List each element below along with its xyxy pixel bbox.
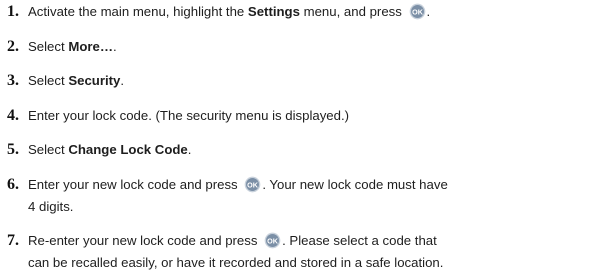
step-number: 5. xyxy=(7,141,19,158)
step-text-segment: . xyxy=(113,39,117,54)
step-text-segment: Select xyxy=(28,142,69,157)
step-text-segment: menu, and press xyxy=(299,4,406,19)
step-text: Activate the main menu, highlight the Se… xyxy=(28,1,598,23)
menu-name-change-lock-code: Change Lock Code xyxy=(68,142,188,157)
step-number: 6. xyxy=(7,176,19,193)
step-text-line: 4 digits. xyxy=(28,199,74,214)
svg-text:OK: OK xyxy=(412,7,424,16)
menu-name-more: More… xyxy=(68,39,114,54)
step-text-segment: Enter your new lock code and press xyxy=(28,177,242,192)
step-number: 3. xyxy=(7,72,19,89)
step-text-line: Enter your new lock code and press OK. Y… xyxy=(28,174,598,196)
menu-name-settings: Settings xyxy=(247,4,300,19)
step-text: Enter your new lock code and press OK. Y… xyxy=(28,174,598,218)
step-text-line: Re-enter your new lock code and press OK… xyxy=(28,230,598,252)
step-text: Re-enter your new lock code and press OK… xyxy=(28,230,598,274)
step-number: 2. xyxy=(7,38,19,55)
step-text-segment: Re-enter your new lock code and press xyxy=(28,233,262,248)
step-text: Enter your lock code. (The security menu… xyxy=(28,108,350,123)
step-number: 4. xyxy=(7,107,19,124)
step-text: Select Security. xyxy=(28,70,598,92)
step-text-segment: Select xyxy=(28,39,69,54)
step-text-segment: . xyxy=(120,73,125,88)
step-number: 7. xyxy=(7,232,19,249)
step-text: Select Change Lock Code. xyxy=(28,139,598,161)
ok-key-icon: OK xyxy=(244,176,261,193)
step-text-segment: . xyxy=(187,142,192,157)
step-text-segment: . xyxy=(426,4,431,19)
svg-text:OK: OK xyxy=(247,180,259,189)
step-text-line: can be recalled easily, or have it recor… xyxy=(28,255,444,270)
svg-text:OK: OK xyxy=(267,236,279,245)
step-text-segment: . Please select a code that xyxy=(282,233,437,248)
ok-key-icon: OK xyxy=(409,3,425,20)
step-text-segment: . Your new lock code must have xyxy=(262,177,448,192)
step-text-segment: Select xyxy=(28,73,69,88)
ok-key-icon: OK xyxy=(264,232,281,249)
step-text-segment: Activate the main menu, highlight the xyxy=(28,4,248,19)
menu-name-security: Security xyxy=(68,73,121,88)
step-text: Select More…. xyxy=(28,36,598,58)
step-number: 1. xyxy=(7,3,19,20)
